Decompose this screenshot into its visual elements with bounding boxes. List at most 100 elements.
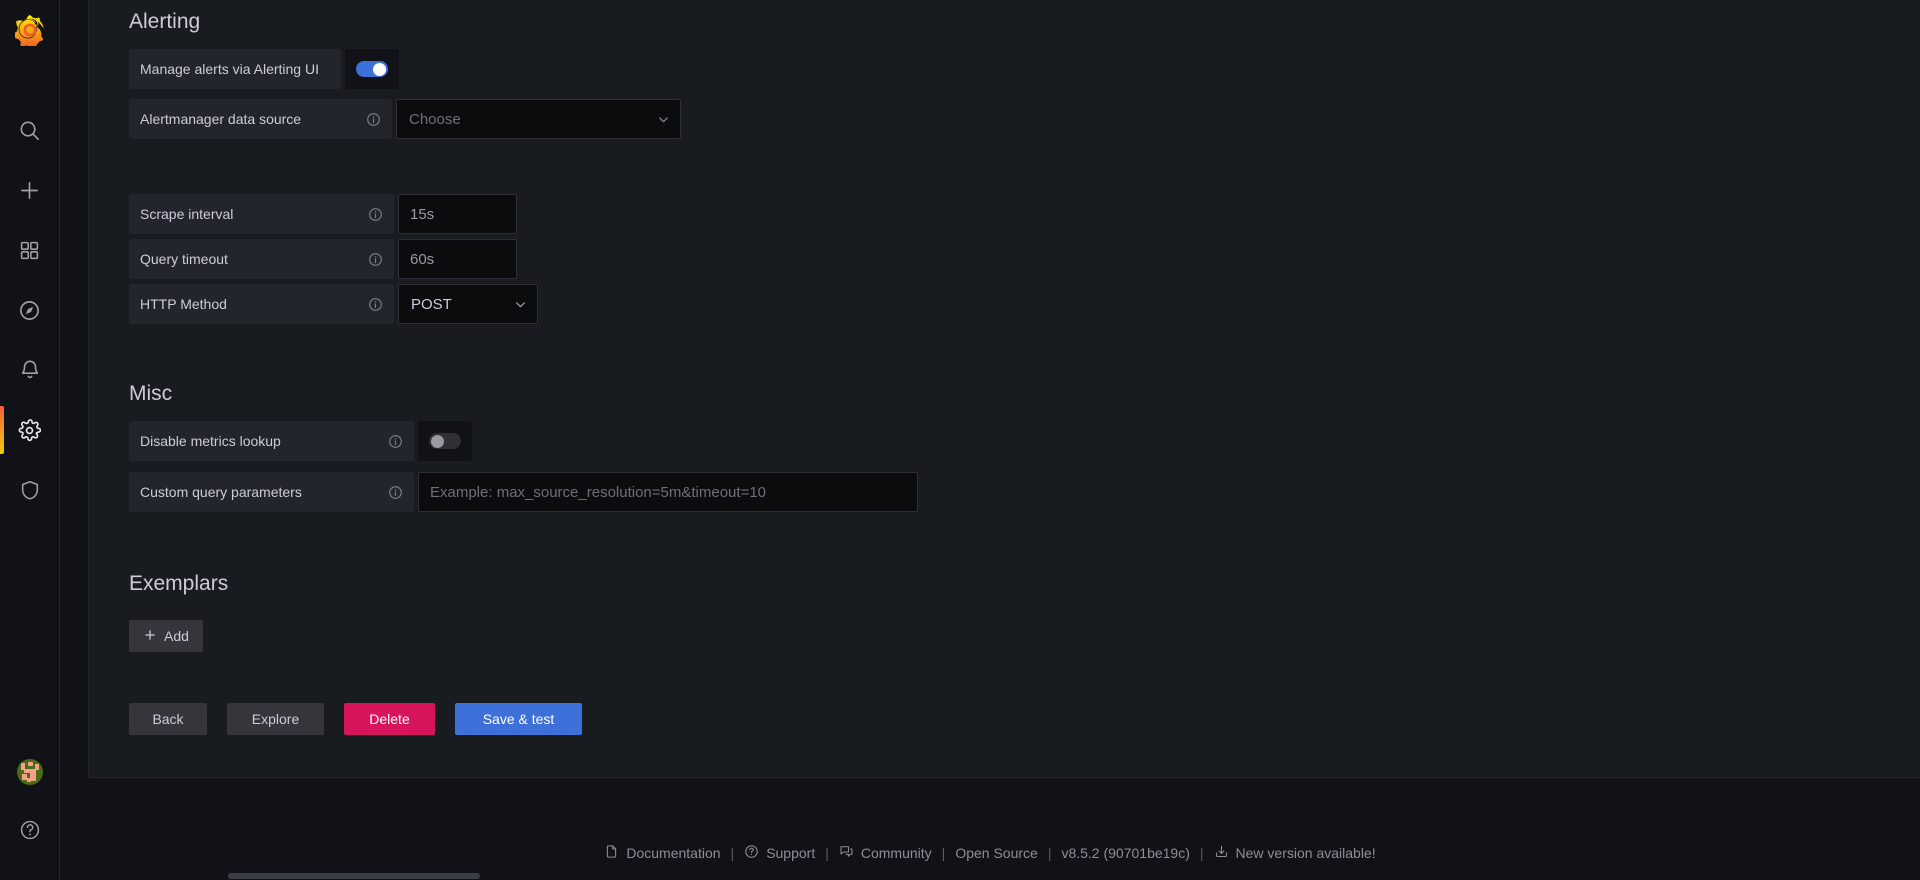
info-circle-icon[interactable] bbox=[368, 297, 383, 312]
info-circle-icon[interactable] bbox=[368, 207, 383, 222]
field-label-http-method: HTTP Method bbox=[129, 284, 394, 324]
sidebar-item-explore[interactable] bbox=[0, 280, 60, 340]
field-disable-metrics-lookup: Disable metrics lookup bbox=[129, 421, 472, 461]
footer-label: Support bbox=[766, 845, 816, 861]
page-footer: Documentation | Support | Community | Op… bbox=[60, 844, 1920, 862]
label-text: Scrape interval bbox=[140, 206, 234, 222]
grafana-logo[interactable] bbox=[0, 0, 60, 60]
disable-metrics-lookup-toggle[interactable] bbox=[418, 421, 472, 461]
footer-link-community[interactable]: Community bbox=[829, 844, 942, 862]
sidebar-bottom bbox=[0, 742, 60, 880]
info-circle-icon[interactable] bbox=[368, 252, 383, 267]
field-query-timeout: Query timeout 60s bbox=[129, 239, 517, 279]
gear-icon bbox=[18, 418, 41, 442]
section-title-exemplars: Exemplars bbox=[129, 572, 229, 595]
field-label-disable-metrics-lookup: Disable metrics lookup bbox=[129, 421, 414, 461]
question-circle-icon bbox=[744, 844, 759, 862]
footer-link-new-version[interactable]: New version available! bbox=[1204, 844, 1386, 862]
field-scrape-interval: Scrape interval 15s bbox=[129, 194, 517, 234]
label-text: HTTP Method bbox=[140, 296, 227, 312]
select-value: POST bbox=[411, 295, 452, 313]
footer-label: Open Source bbox=[955, 845, 1038, 861]
chevron-down-icon bbox=[656, 112, 671, 127]
input-placeholder: Example: max_source_resolution=5m&timeou… bbox=[430, 483, 767, 501]
sidebar-item-create[interactable] bbox=[0, 160, 60, 220]
form-action-buttons: Back Explore Delete Save & test bbox=[129, 703, 582, 735]
main-sidebar bbox=[0, 0, 60, 880]
dashboards-icon bbox=[19, 240, 40, 261]
field-manage-alerts: Manage alerts via Alerting UI bbox=[129, 49, 399, 89]
sidebar-item-dashboards[interactable] bbox=[0, 220, 60, 280]
section-title-misc: Misc bbox=[129, 382, 173, 405]
document-icon bbox=[604, 844, 619, 862]
sidebar-item-configuration[interactable] bbox=[0, 400, 60, 460]
footer-label: Community bbox=[860, 845, 932, 861]
footer-version: v8.5.2 (90701be19c) bbox=[1061, 845, 1190, 861]
button-label: Save & test bbox=[482, 711, 555, 727]
alertmanager-select[interactable]: Choose bbox=[396, 99, 681, 139]
label-text: Manage alerts via Alerting UI bbox=[140, 61, 319, 77]
label-text: Custom query parameters bbox=[140, 484, 302, 500]
sidebar-item-search[interactable] bbox=[0, 100, 60, 160]
comments-icon bbox=[839, 844, 854, 862]
back-button[interactable]: Back bbox=[129, 703, 207, 735]
query-timeout-input[interactable]: 60s bbox=[398, 239, 517, 279]
field-label-alertmanager: Alertmanager data source bbox=[129, 99, 392, 139]
button-label: Explore bbox=[251, 711, 300, 727]
sidebar-item-alerting[interactable] bbox=[0, 340, 60, 400]
field-http-method: HTTP Method POST bbox=[129, 284, 538, 324]
save-and-test-button[interactable]: Save & test bbox=[455, 703, 582, 735]
scrape-interval-input[interactable]: 15s bbox=[398, 194, 517, 234]
info-circle-icon[interactable] bbox=[388, 485, 403, 500]
sidebar-item-server-admin[interactable] bbox=[0, 460, 60, 520]
field-alertmanager: Alertmanager data source Choose bbox=[129, 99, 681, 139]
scrollbar-thumb[interactable] bbox=[228, 873, 480, 879]
footer-link-support[interactable]: Support bbox=[734, 844, 825, 862]
field-label-manage-alerts: Manage alerts via Alerting UI bbox=[129, 49, 341, 89]
info-circle-icon[interactable] bbox=[366, 112, 381, 127]
toggle-switch bbox=[356, 61, 388, 77]
delete-button[interactable]: Delete bbox=[344, 703, 435, 735]
main-area: Alerting Manage alerts via Alerting UI A… bbox=[60, 0, 1920, 880]
label-text: Query timeout bbox=[140, 251, 228, 267]
datasource-settings-panel: Alerting Manage alerts via Alerting UI A… bbox=[88, 0, 1920, 778]
input-value: 60s bbox=[410, 250, 435, 268]
section-title-alerting: Alerting bbox=[129, 10, 201, 33]
field-custom-query-parameters: Custom query parameters Example: max_sou… bbox=[129, 472, 918, 512]
button-label: Back bbox=[152, 711, 184, 727]
field-label-scrape-interval: Scrape interval bbox=[129, 194, 394, 234]
download-icon bbox=[1214, 844, 1229, 862]
toggle-switch bbox=[429, 433, 461, 449]
button-label: Delete bbox=[369, 711, 410, 727]
shield-icon bbox=[19, 479, 41, 501]
input-value: 15s bbox=[410, 205, 435, 223]
bell-icon bbox=[19, 359, 41, 381]
footer-link-documentation[interactable]: Documentation bbox=[594, 844, 730, 862]
horizontal-scrollbar[interactable] bbox=[60, 871, 1920, 880]
plus-icon bbox=[18, 179, 41, 202]
sidebar-nav-items bbox=[0, 100, 59, 520]
label-text: Disable metrics lookup bbox=[140, 433, 281, 449]
user-profile-button[interactable] bbox=[0, 742, 60, 802]
footer-link-open-source[interactable]: Open Source bbox=[945, 845, 1048, 861]
help-icon bbox=[19, 819, 41, 846]
add-exemplar-button[interactable]: Add bbox=[129, 620, 203, 652]
help-button[interactable] bbox=[0, 802, 60, 862]
manage-alerts-toggle[interactable] bbox=[345, 49, 399, 89]
chevron-down-icon bbox=[513, 297, 528, 312]
field-label-custom-query-parameters: Custom query parameters bbox=[129, 472, 414, 512]
avatar bbox=[17, 759, 43, 785]
compass-icon bbox=[18, 299, 41, 322]
http-method-select[interactable]: POST bbox=[398, 284, 538, 324]
label-text: Alertmanager data source bbox=[140, 111, 302, 127]
footer-label: New version available! bbox=[1235, 845, 1376, 861]
plus-icon bbox=[143, 628, 157, 645]
field-label-query-timeout: Query timeout bbox=[129, 239, 394, 279]
info-circle-icon[interactable] bbox=[388, 434, 403, 449]
button-label: Add bbox=[164, 628, 189, 644]
footer-label: Documentation bbox=[626, 845, 721, 861]
explore-button[interactable]: Explore bbox=[227, 703, 324, 735]
custom-query-parameters-input[interactable]: Example: max_source_resolution=5m&timeou… bbox=[418, 472, 918, 512]
search-icon bbox=[18, 119, 41, 142]
select-value: Choose bbox=[409, 110, 461, 128]
